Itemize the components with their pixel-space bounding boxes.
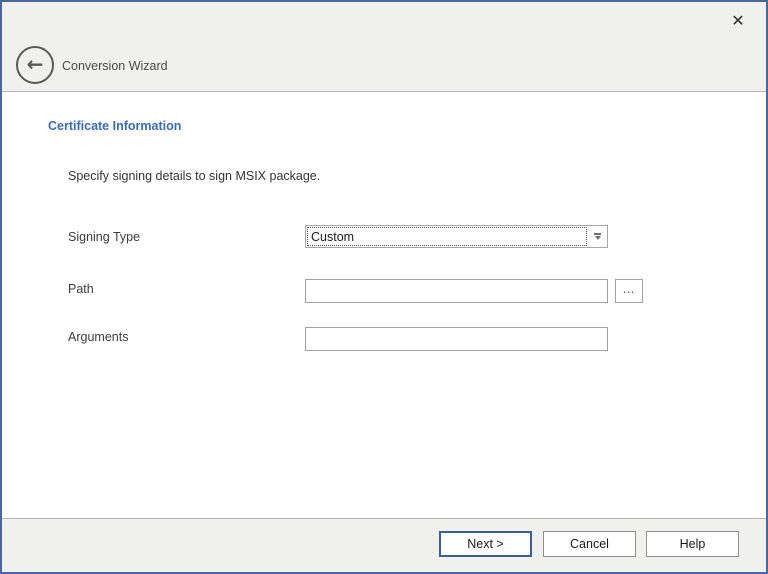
close-icon: ✕ xyxy=(731,11,744,30)
wizard-footer: Next > Cancel Help xyxy=(2,518,766,572)
next-button[interactable]: Next > xyxy=(439,531,532,557)
path-input[interactable] xyxy=(305,279,608,303)
close-button[interactable]: ✕ xyxy=(724,8,752,34)
back-arrow-icon: ← xyxy=(27,54,44,74)
wizard-header: ← Conversion Wizard xyxy=(2,2,766,92)
help-button[interactable]: Help xyxy=(646,531,739,557)
arguments-input[interactable] xyxy=(305,327,608,351)
cancel-button[interactable]: Cancel xyxy=(543,531,636,557)
wizard-content: Certificate Information Specify signing … xyxy=(2,93,766,517)
signing-type-value: Custom xyxy=(307,227,587,246)
dropdown-arrow-icon[interactable] xyxy=(588,226,607,247)
conversion-wizard-dialog: ← Conversion Wizard ✕ Certificate Inform… xyxy=(0,0,768,574)
ellipsis-icon: … xyxy=(623,283,636,295)
signing-type-label: Signing Type xyxy=(68,230,140,244)
path-label: Path xyxy=(68,282,94,296)
browse-button[interactable]: … xyxy=(615,279,643,303)
wizard-title: Conversion Wizard xyxy=(62,59,168,73)
page-heading: Certificate Information xyxy=(48,119,181,133)
arguments-label: Arguments xyxy=(68,330,128,344)
back-button[interactable]: ← xyxy=(16,46,54,84)
page-description: Specify signing details to sign MSIX pac… xyxy=(68,169,320,183)
signing-type-combobox[interactable]: Custom xyxy=(305,225,608,248)
